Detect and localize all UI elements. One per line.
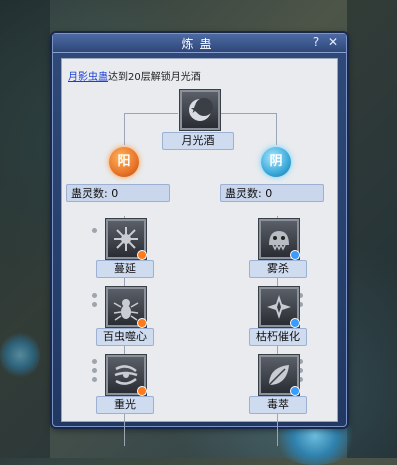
window-titlebar[interactable]: 炼蛊 ? ✕ — [53, 34, 346, 53]
skill-fog-kill-icon[interactable] — [259, 219, 300, 260]
unlock-tip-link[interactable]: 月影虫蛊 — [68, 72, 108, 83]
skill-badge — [290, 386, 300, 396]
help-button[interactable]: ? — [309, 35, 323, 50]
yang-gu-count: 蛊灵数: 0 — [66, 184, 170, 202]
skill-tree-area: 月影虫蛊达到20层解锁月光酒 月光酒 阳 阴 蛊灵数: 0 蛊灵数: 0 蔓延 … — [61, 58, 338, 446]
skill-double-light-icon[interactable] — [106, 355, 147, 396]
insect-icon — [113, 299, 139, 321]
skill-badge — [137, 318, 147, 328]
skill-name-double-light: 重光 — [96, 396, 154, 414]
skill-badge — [137, 250, 147, 260]
yang-orb: 阳 — [109, 147, 139, 177]
skill-poison-extract-icon[interactable] — [259, 355, 300, 396]
yin-gu-count: 蛊灵数: 0 — [220, 184, 324, 202]
skill-name-poison-extract: 毒萃 — [249, 396, 307, 414]
background-glow-left — [0, 330, 40, 380]
skill-hundred-bugs-icon[interactable] — [106, 287, 147, 328]
leaf-icon — [268, 365, 289, 386]
connector-line — [124, 113, 125, 145]
skill-badge — [290, 318, 300, 328]
background-scenery-right — [347, 0, 397, 458]
skill-name-wither-catalyst: 枯朽催化 — [249, 328, 307, 346]
skill-badge — [290, 250, 300, 260]
skill-spread-icon[interactable] — [106, 219, 147, 260]
unlock-tip-text: 达到20层解锁月光酒 — [108, 72, 201, 83]
unlock-tip: 月影虫蛊达到20层解锁月光酒 — [68, 68, 201, 83]
skill-level-dots — [92, 228, 98, 237]
skill-name-hundred-bugs: 百虫噬心 — [96, 328, 154, 346]
skill-name-moonlight-wine: 月光酒 — [162, 132, 234, 150]
refine-gu-window: 炼蛊 ? ✕ 月影虫蛊达到20层解锁月光酒 月光酒 阳 阴 蛊灵数: 0 蛊灵数… — [52, 33, 347, 446]
tentacle-icon — [114, 365, 138, 385]
connector-line — [220, 113, 276, 114]
spore-icon — [114, 227, 138, 251]
yin-orb: 阴 — [261, 147, 291, 177]
connector-line — [276, 113, 277, 145]
background-scenery-left — [0, 0, 50, 458]
skill-name-fog-kill: 雾杀 — [249, 260, 307, 278]
cross-blade-icon — [267, 295, 291, 319]
crescent-moon-icon — [189, 98, 213, 121]
window-title: 炼蛊 — [181, 37, 218, 51]
skill-wither-catalyst-icon[interactable] — [259, 287, 300, 328]
skill-moonlight-wine-icon[interactable] — [180, 90, 220, 130]
close-button[interactable]: ✕ — [326, 35, 340, 50]
skill-name-spread: 蔓延 — [96, 260, 154, 278]
beast-icon — [269, 231, 289, 251]
skill-level-dots — [92, 359, 98, 386]
skill-badge — [137, 386, 147, 396]
connector-line — [124, 113, 178, 114]
skill-level-dots — [92, 293, 98, 311]
